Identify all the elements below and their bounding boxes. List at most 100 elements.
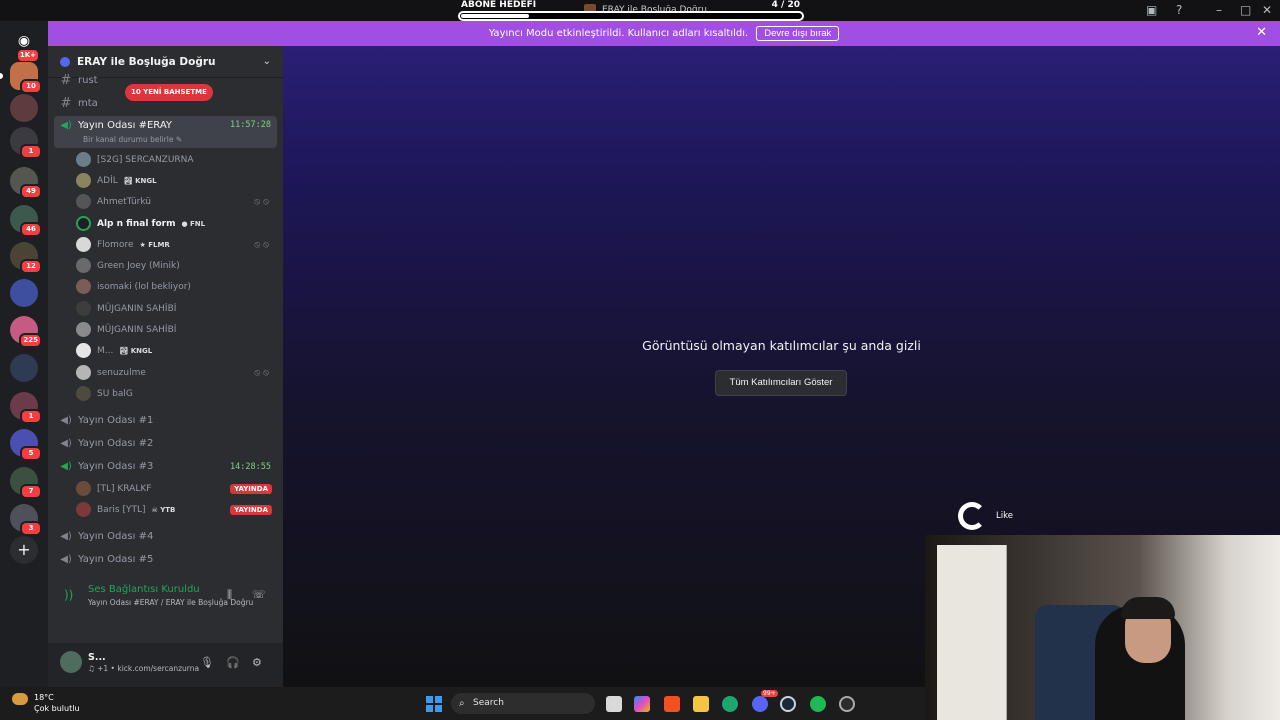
server-icon[interactable]: 10 bbox=[10, 62, 42, 94]
close-window-icon[interactable]: ✕ bbox=[1262, 3, 1272, 17]
server-badge: 10 bbox=[20, 79, 42, 94]
user-tag-text: YTB bbox=[160, 505, 176, 514]
user-name: AhmetTürkü bbox=[97, 196, 151, 207]
avatar bbox=[76, 481, 91, 496]
voice-user[interactable]: ADİL 🏞 KNGL bbox=[76, 170, 276, 191]
user-name: MÜJGANIN SAHİBİ bbox=[97, 324, 177, 335]
voice-channel[interactable]: ◀) Yayın Odası #5 bbox=[54, 549, 277, 570]
signal-icon[interactable]: )) bbox=[64, 588, 73, 602]
server-badge: 46 bbox=[20, 222, 42, 237]
user-name: M... bbox=[97, 345, 114, 356]
headphones-icon[interactable]: 🎧 bbox=[226, 656, 240, 669]
server-folder-icon[interactable] bbox=[10, 354, 38, 382]
server-folder-icon[interactable]: 1 bbox=[10, 127, 42, 159]
server-icon[interactable] bbox=[10, 94, 38, 122]
voice-user[interactable]: Flomore ★ FLMR ⦸⦸ bbox=[76, 234, 276, 255]
store-icon[interactable] bbox=[664, 696, 680, 712]
windows-start-icon[interactable] bbox=[426, 696, 442, 712]
speaker-icon: ◀) bbox=[60, 554, 72, 565]
voice-user[interactable]: isomaki (lol bekliyor) bbox=[76, 276, 276, 297]
server-folder-icon[interactable]: 46 bbox=[10, 205, 42, 237]
voice-user[interactable]: MÜJGANIN SAHİBİ bbox=[76, 298, 276, 319]
voice-user[interactable]: M... 🏞 KNGL bbox=[76, 340, 276, 361]
voice-user[interactable]: [S2G] SERCANZURNA bbox=[76, 149, 276, 170]
inbox-icon[interactable]: ▣ bbox=[1146, 3, 1157, 17]
weather-temperature[interactable]: 18°C bbox=[34, 693, 54, 702]
user-name[interactable]: S... bbox=[88, 652, 106, 663]
user-tag: ☠ YTB bbox=[151, 505, 176, 514]
voice-user[interactable]: AhmetTürkü ⦸⦸ bbox=[76, 191, 276, 212]
home-badge: 1K+ bbox=[15, 48, 40, 63]
server-folder-icon[interactable]: 12 bbox=[10, 242, 42, 274]
server-folder-icon[interactable]: 49 bbox=[10, 167, 42, 199]
edge-icon[interactable] bbox=[722, 696, 738, 712]
voice-user[interactable]: Baris [YTL] ☠ YTB YAYINDA bbox=[76, 499, 276, 520]
app-icon[interactable] bbox=[839, 696, 855, 712]
avatar[interactable] bbox=[60, 651, 82, 673]
maximize-icon[interactable]: □ bbox=[1240, 3, 1251, 17]
server-badge: 225 bbox=[19, 333, 42, 348]
new-mentions-pill[interactable]: 10 YENİ BAHSETME bbox=[125, 84, 213, 101]
user-tag: 🏞 KNGL bbox=[123, 176, 157, 185]
voice-user[interactable]: MÜJGANIN SAHİBİ bbox=[76, 319, 276, 340]
show-all-participants-button[interactable]: Tüm Katılımcıları Göster bbox=[715, 370, 847, 396]
voice-channel[interactable]: ◀) Yayın Odası #3 14:28:55 bbox=[54, 456, 277, 477]
avatar bbox=[76, 322, 91, 337]
minimize-icon[interactable]: – bbox=[1216, 3, 1222, 17]
steam-icon[interactable] bbox=[780, 696, 796, 712]
avatar bbox=[76, 502, 91, 517]
user-tag-text: KNGL bbox=[130, 346, 153, 355]
hash-icon: # bbox=[60, 73, 72, 88]
channel-status[interactable]: Bir kanal durumu belirle ✎ bbox=[83, 135, 182, 144]
voice-user[interactable]: [TL] KRALKF YAYINDA bbox=[76, 478, 276, 499]
user-name: [TL] KRALKF bbox=[97, 483, 152, 494]
close-icon[interactable]: ✕ bbox=[1256, 25, 1267, 40]
muted-deafened-icons: ⦸⦸ bbox=[254, 239, 272, 250]
search-label: Search bbox=[473, 698, 504, 708]
server-folder-icon[interactable]: 3 bbox=[10, 504, 42, 536]
gear-icon[interactable]: ⚙ bbox=[252, 656, 262, 669]
streamer-mode-banner: Yayıncı Modu etkinleştirildi. Kullanıcı … bbox=[48, 21, 1280, 46]
disable-streamer-mode-button[interactable]: Devre dışı bırak bbox=[756, 26, 840, 41]
noise-suppression-icon[interactable]: ⫼ bbox=[227, 588, 232, 602]
avatar bbox=[76, 216, 91, 231]
voice-user[interactable]: SU balG bbox=[76, 383, 276, 404]
rail-pip bbox=[0, 73, 3, 79]
file-explorer-icon[interactable] bbox=[693, 696, 709, 712]
task-view-icon[interactable] bbox=[606, 696, 622, 712]
server-folder-icon[interactable]: 5 bbox=[10, 429, 42, 461]
voice-user[interactable]: Green Joey (Minik) bbox=[76, 255, 276, 276]
discord-icon[interactable]: 99+ bbox=[752, 690, 778, 712]
webcam-feed bbox=[925, 535, 1280, 720]
chevron-down-icon[interactable]: ⌄ bbox=[263, 56, 271, 67]
banner-text: Yayıncı Modu etkinleştirildi. Kullanıcı … bbox=[488, 28, 749, 39]
copilot-icon[interactable] bbox=[634, 696, 650, 712]
add-server-icon[interactable]: + bbox=[10, 536, 38, 564]
channel-label: Yayın Odası #4 bbox=[78, 531, 154, 542]
server-folder-icon[interactable] bbox=[10, 279, 38, 307]
webcam-hair bbox=[1121, 597, 1175, 619]
voice-status[interactable]: Ses Bağlantısı Kuruldu bbox=[88, 584, 200, 595]
voice-channel[interactable]: ◀) Yayın Odası #2 bbox=[54, 433, 277, 454]
avatar bbox=[76, 343, 91, 358]
discord-home-icon[interactable]: ◉ 1K+ bbox=[10, 27, 40, 63]
voice-user[interactable]: Alp n final form ● FNL bbox=[76, 213, 276, 234]
search-icon: ⌕ bbox=[459, 698, 465, 709]
weather-condition[interactable]: Çok bulutlu bbox=[34, 704, 80, 713]
microphone-icon[interactable]: 🎙 bbox=[200, 656, 214, 669]
voice-user[interactable]: senuzulme ⦸⦸ bbox=[76, 362, 276, 383]
help-icon[interactable]: ? bbox=[1176, 3, 1182, 17]
server-folder-icon[interactable]: 7 bbox=[10, 467, 42, 499]
muted-deafened-icons: ⦸⦸ bbox=[254, 367, 272, 378]
channel-sidebar: ERAY ile Boşluğa Doğru ⌄ # rust # mta 10… bbox=[48, 46, 283, 687]
voice-channel[interactable]: ◀) Yayın Odası #1 bbox=[54, 410, 277, 431]
taskbar-search[interactable]: ⌕ Search bbox=[451, 693, 595, 714]
voice-channel-active[interactable]: ◀) Yayın Odası #ERAY 11:57:28 Bir kanal … bbox=[54, 116, 277, 148]
screen: ABONE HEDEFİ ERAY ile Boşluğa Doğru 4 / … bbox=[0, 0, 1280, 720]
disconnect-icon[interactable]: ☏ bbox=[252, 588, 266, 601]
server-folder-icon[interactable]: 225 bbox=[10, 316, 42, 348]
server-folder-icon[interactable]: 1 bbox=[10, 392, 42, 424]
weather-icon[interactable] bbox=[12, 693, 28, 705]
spotify-icon[interactable] bbox=[810, 696, 826, 712]
voice-channel[interactable]: ◀) Yayın Odası #4 bbox=[54, 526, 277, 547]
